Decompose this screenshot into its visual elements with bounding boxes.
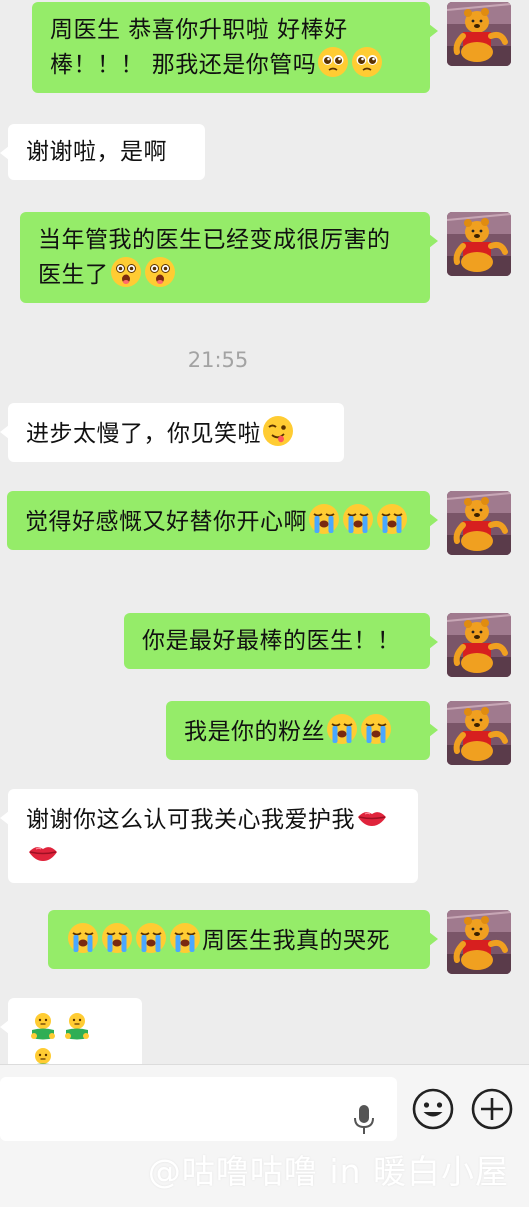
message-text: 进步太慢了，你见笑啦 xyxy=(26,421,261,447)
message-input[interactable] xyxy=(0,1077,397,1141)
winnie-the-pooh-avatar-image xyxy=(447,701,511,765)
microphone-icon[interactable] xyxy=(350,1103,378,1139)
loudly-crying-face-emoji xyxy=(376,503,408,535)
message-bubble-outgoing[interactable]: 你是最好最棒的医生！！ xyxy=(124,613,438,669)
plus-circle-icon[interactable] xyxy=(470,1087,514,1131)
my-avatar[interactable] xyxy=(447,491,511,555)
lips-emoji xyxy=(356,801,388,833)
lips-emoji xyxy=(27,836,59,868)
message-bubble-incoming[interactable]: 进步太慢了，你见笑啦 xyxy=(0,403,344,462)
message-bubble-outgoing[interactable]: 当年管我的医生已经变成很厉害的医生了 xyxy=(20,212,438,303)
loudly-crying-face-emoji xyxy=(169,922,201,954)
message-text: 觉得好感慨又好替你开心啊 xyxy=(25,509,307,535)
loudly-crying-face-emoji xyxy=(342,503,374,535)
message-bubble-outgoing[interactable]: 周医生 恭喜你升职啦 好棒好棒！！！ 那我还是你管吗 xyxy=(32,2,438,93)
winnie-the-pooh-avatar-image xyxy=(447,2,511,66)
message-text: 谢谢你这么认可我关心我爱护我 xyxy=(26,807,355,833)
loudly-crying-face-emoji xyxy=(360,713,392,745)
message-text: 我是你的粉丝 xyxy=(184,719,325,745)
pleading-face-emoji xyxy=(351,46,383,78)
pleading-face-emoji xyxy=(317,46,349,78)
loudly-crying-face-emoji xyxy=(308,503,340,535)
message-bubble-incoming[interactable]: 谢谢你这么认可我关心我爱护我 xyxy=(0,789,418,883)
winnie-the-pooh-avatar-image xyxy=(447,491,511,555)
message-text: 周医生我真的哭死 xyxy=(202,928,390,954)
message-bubble-outgoing[interactable]: 周医生我真的哭死 xyxy=(48,910,438,969)
astonished-face-emoji xyxy=(110,256,142,288)
message-bubble-outgoing[interactable]: 我是你的粉丝 xyxy=(166,701,438,760)
my-avatar[interactable] xyxy=(447,910,511,974)
loudly-crying-face-emoji xyxy=(326,713,358,745)
message-text: 你是最好最棒的医生！！ xyxy=(142,628,401,654)
my-avatar[interactable] xyxy=(447,613,511,677)
message-text: 周医生 恭喜你升职啦 好棒好棒！！！ 那我还是你管吗 xyxy=(50,17,348,78)
message-bubble-incoming[interactable]: 谢谢啦，是啊 xyxy=(0,124,205,180)
my-avatar[interactable] xyxy=(447,212,511,276)
astonished-face-emoji xyxy=(144,256,176,288)
winnie-the-pooh-avatar-image xyxy=(447,613,511,677)
watermark-text: @咕噜咕噜 in 暖白小屋 xyxy=(147,1152,509,1191)
message-timestamp: 21:55 xyxy=(187,348,249,372)
bowing-figure-emoji xyxy=(27,1012,59,1044)
my-avatar[interactable] xyxy=(447,701,511,765)
winnie-the-pooh-avatar-image xyxy=(447,212,511,276)
loudly-crying-face-emoji xyxy=(101,922,133,954)
message-text: 当年管我的医生已经变成很厉害的医生了 xyxy=(38,227,391,288)
winking-tongue-face-emoji xyxy=(262,415,294,447)
my-avatar[interactable] xyxy=(447,2,511,66)
message-bubble-outgoing[interactable]: 觉得好感慨又好替你开心啊 xyxy=(7,491,438,550)
message-text: 谢谢啦，是啊 xyxy=(26,139,167,165)
bowing-figure-emoji xyxy=(61,1012,93,1044)
loudly-crying-face-emoji xyxy=(135,922,167,954)
chat-area[interactable]: 周医生 恭喜你升职啦 好棒好棒！！！ 那我还是你管吗 谢谢啦，是啊 当年管我的医… xyxy=(0,0,529,1096)
winnie-the-pooh-avatar-image xyxy=(447,910,511,974)
smiley-face-icon[interactable] xyxy=(411,1087,455,1131)
loudly-crying-face-emoji xyxy=(67,922,99,954)
